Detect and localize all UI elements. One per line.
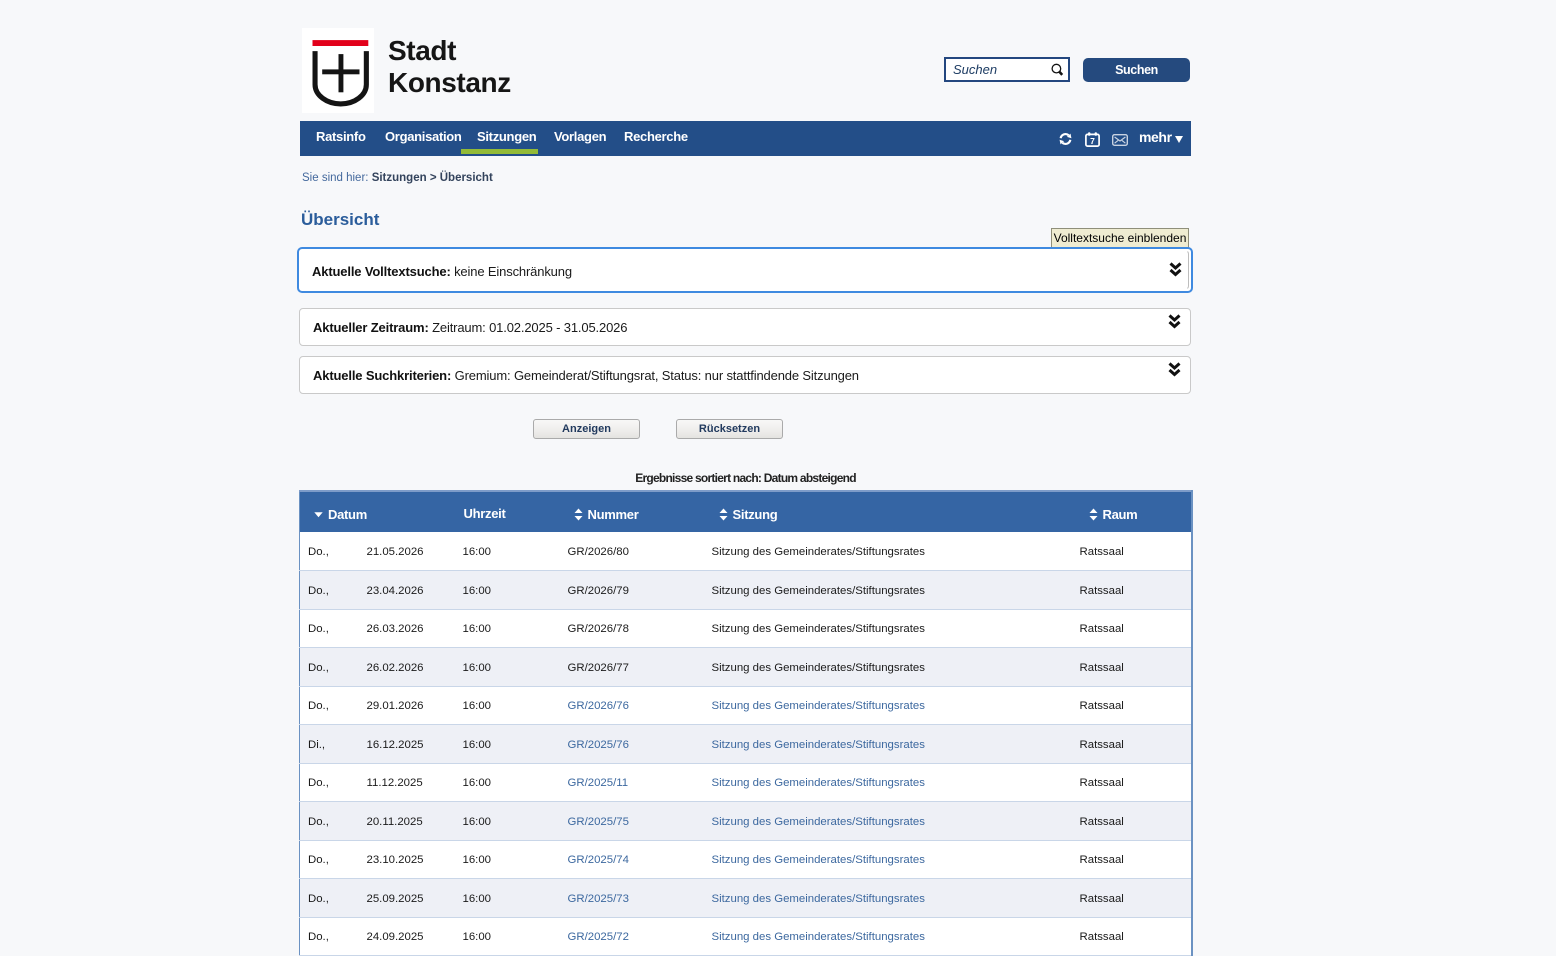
svg-text:7: 7 bbox=[1090, 136, 1095, 146]
